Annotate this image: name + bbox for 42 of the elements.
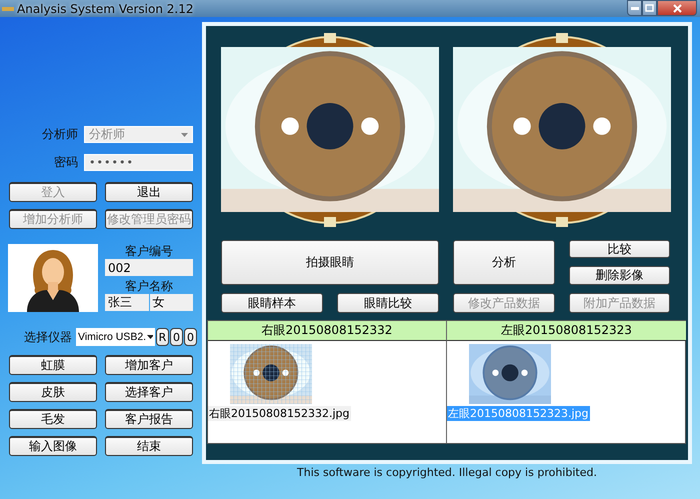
password-field[interactable]: •••••• bbox=[84, 154, 193, 171]
file-name[interactable]: 右眼20150808152332.jpg bbox=[208, 406, 350, 421]
menu-button[interactable]: 输入图像 bbox=[9, 436, 97, 456]
minimize-icon bbox=[630, 6, 638, 10]
maximize-icon bbox=[645, 4, 654, 12]
dropdown-arrow-icon bbox=[181, 132, 188, 136]
field-label: 客户编号 bbox=[124, 244, 174, 259]
copyright-notice: This software is copyrighted. Illegal copy is prohibited. bbox=[296, 466, 598, 479]
small-button[interactable]: 0 bbox=[184, 328, 197, 346]
field-label: 选择仪器 bbox=[24, 328, 72, 346]
field-label: 分析师 bbox=[41, 126, 78, 143]
menu-button[interactable]: 选择客户 bbox=[105, 382, 193, 402]
field-label: 密码 bbox=[53, 154, 78, 171]
action-button[interactable]: 删除影像 bbox=[569, 266, 670, 285]
column-header: 左眼20150808152323 bbox=[447, 321, 686, 341]
gender-field[interactable]: 女 bbox=[150, 294, 193, 311]
device-dropdown[interactable]: Vimicro USB2. bbox=[76, 328, 155, 346]
small-button[interactable]: R bbox=[156, 328, 169, 346]
field-label: 客户名称 bbox=[124, 279, 174, 294]
customer-name-field[interactable]: 张三 bbox=[105, 294, 148, 311]
minimize-button[interactable] bbox=[627, 0, 642, 16]
dropdown-arrow-icon bbox=[147, 335, 153, 339]
app-icon bbox=[2, 6, 14, 10]
action-button[interactable]: 分析 bbox=[453, 240, 555, 285]
action-button[interactable]: 拍摄眼睛 bbox=[221, 240, 439, 285]
window-title: Analysis System Version 2.12 bbox=[17, 2, 194, 16]
column-header: 右眼20150808152332 bbox=[208, 321, 447, 341]
close-button[interactable] bbox=[657, 0, 697, 16]
menu-button[interactable]: 虹膜 bbox=[9, 355, 97, 375]
menu-button[interactable]: 毛发 bbox=[9, 409, 97, 429]
action-button[interactable]: 眼睛样本 bbox=[221, 293, 323, 313]
small-button[interactable]: 0 bbox=[170, 328, 183, 346]
menu-button[interactable]: 结束 bbox=[105, 436, 193, 456]
customer-id-field[interactable]: 002 bbox=[105, 259, 193, 276]
maximize-button[interactable] bbox=[642, 0, 657, 16]
close-icon bbox=[672, 4, 682, 12]
menu-button[interactable]: 客户报告 bbox=[105, 409, 193, 429]
action-button[interactable]: 退出 bbox=[105, 182, 193, 202]
action-button[interactable]: 眼睛比较 bbox=[337, 293, 439, 313]
menu-button[interactable]: 皮肤 bbox=[9, 382, 97, 402]
menu-button[interactable]: 增加客户 bbox=[105, 355, 193, 375]
action-button[interactable]: 比较 bbox=[569, 240, 670, 258]
